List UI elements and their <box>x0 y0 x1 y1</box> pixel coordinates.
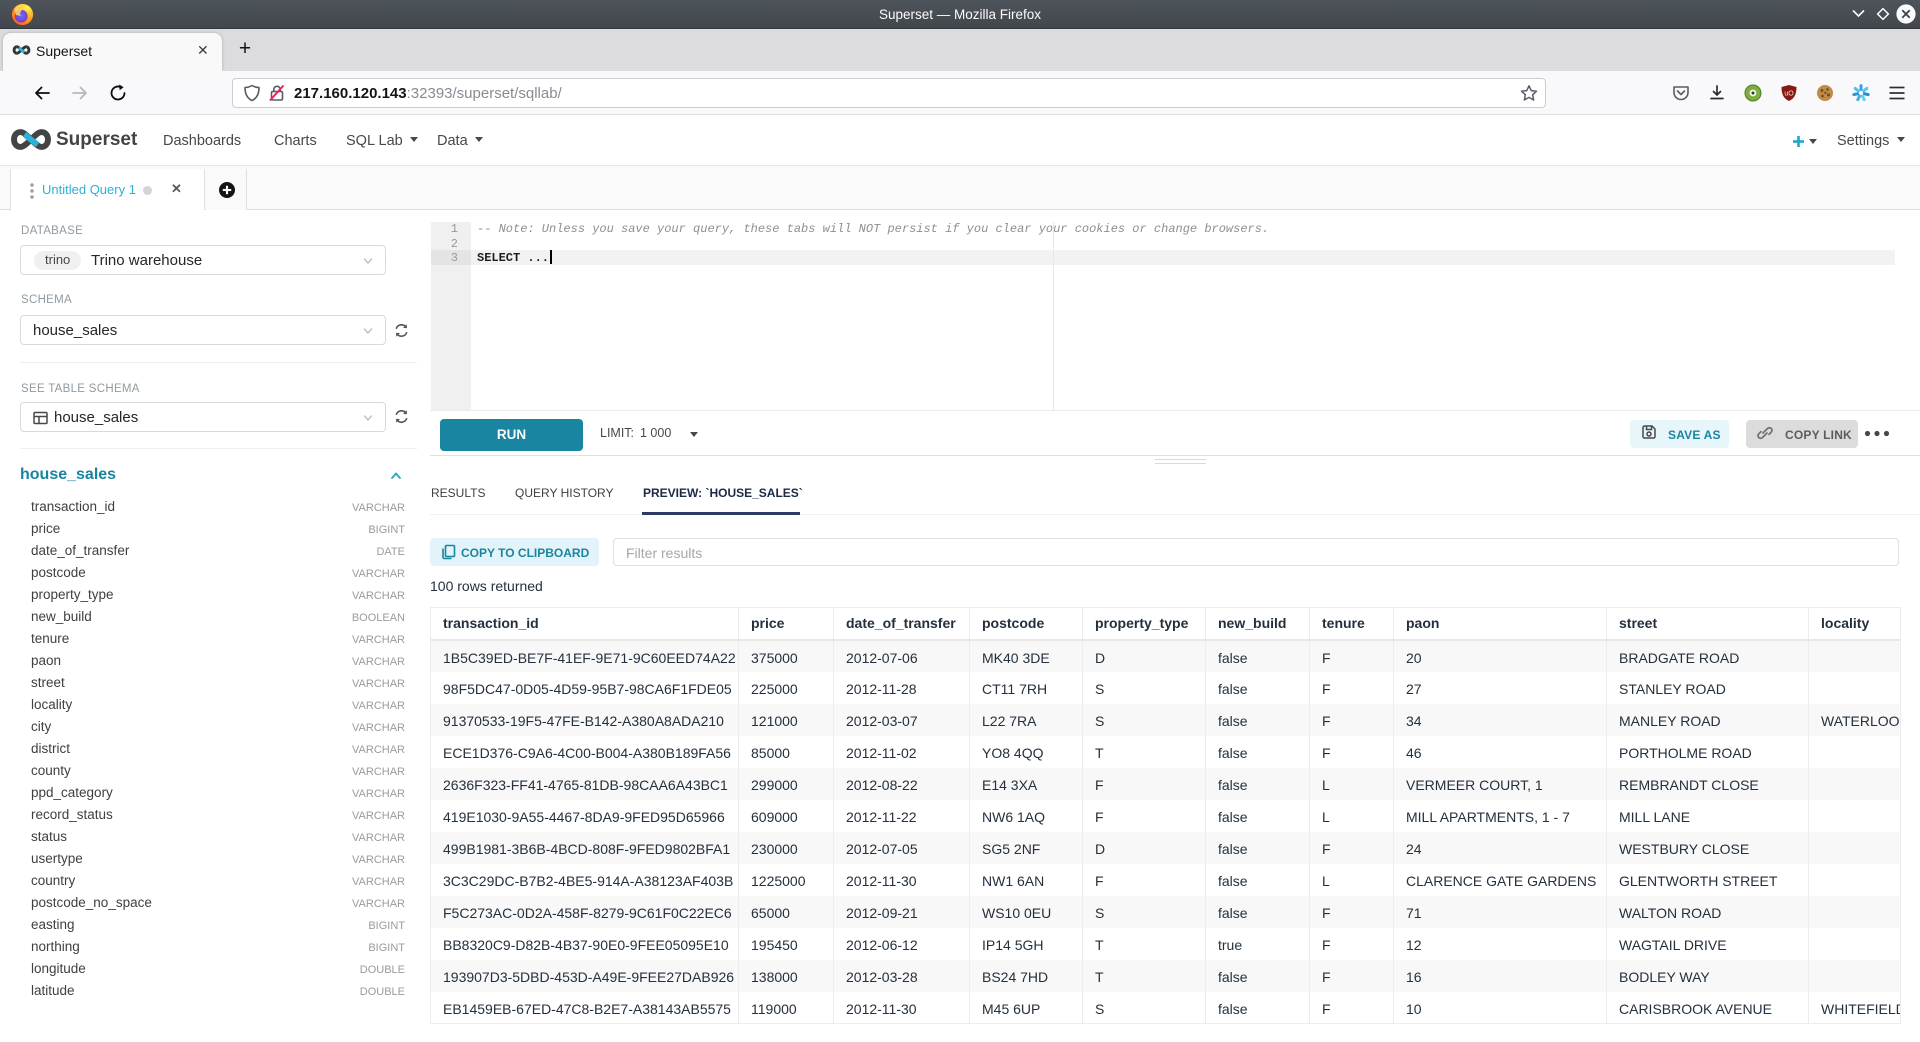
svg-text:uO: uO <box>1784 91 1794 98</box>
